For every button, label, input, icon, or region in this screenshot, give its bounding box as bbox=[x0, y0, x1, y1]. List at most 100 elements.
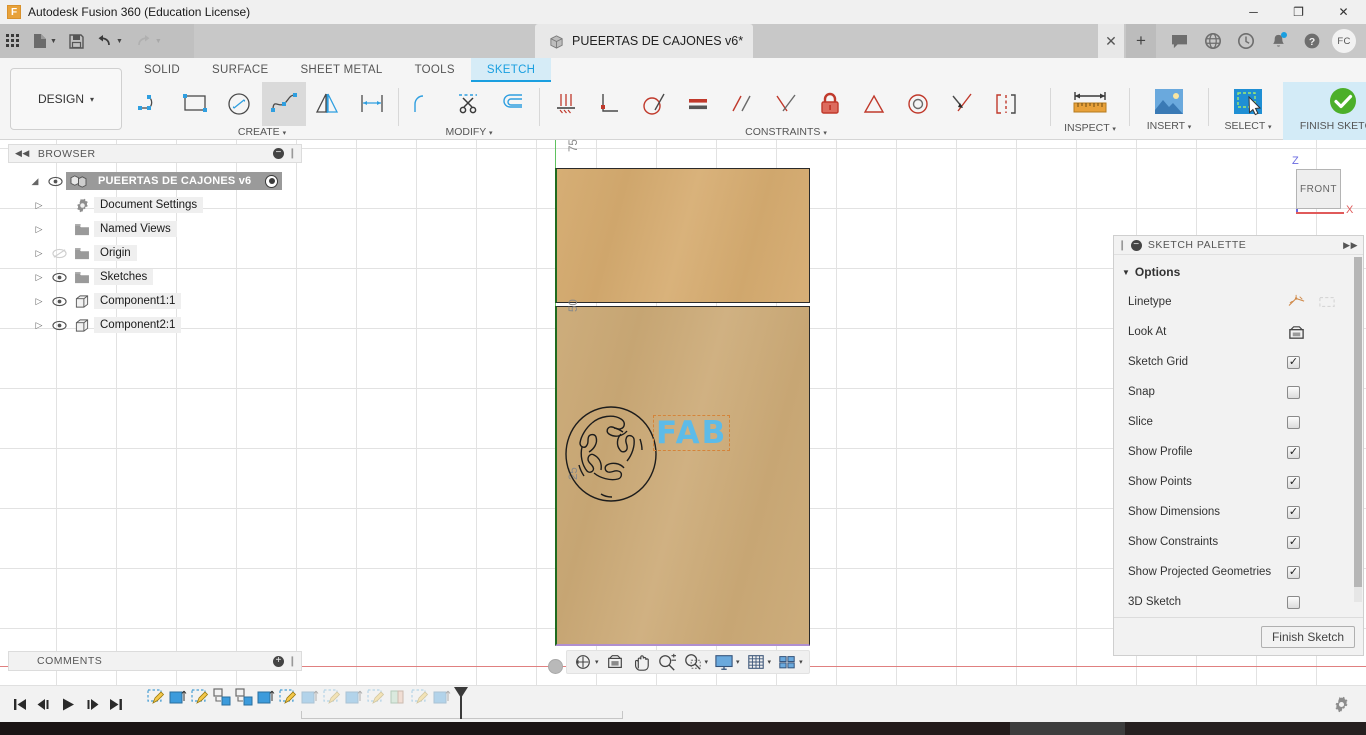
expand-twisty-icon[interactable]: ▷ bbox=[30, 296, 48, 307]
avatar[interactable]: FC bbox=[1332, 29, 1356, 53]
3d-sketch-checkbox[interactable] bbox=[1287, 595, 1300, 609]
tangent-constraint-button[interactable] bbox=[632, 82, 676, 126]
eye-icon[interactable] bbox=[48, 320, 70, 331]
comments-grip-icon[interactable]: ❙ bbox=[288, 656, 297, 667]
mirror-tool-button[interactable] bbox=[306, 82, 350, 126]
minimize-button[interactable]: ─ bbox=[1231, 0, 1276, 24]
grid-snaps-button[interactable]: ▾ bbox=[743, 651, 775, 673]
add-comment-icon[interactable]: + bbox=[273, 655, 285, 667]
timeline-feature[interactable] bbox=[432, 687, 454, 711]
show-constraints-checkbox[interactable]: ✓ bbox=[1287, 535, 1300, 549]
expand-twisty-icon[interactable]: ◢ bbox=[26, 176, 44, 187]
fab-text-sketch[interactable]: FAB bbox=[653, 415, 731, 451]
display-settings-button[interactable]: ▾ bbox=[711, 651, 743, 673]
zoom-button[interactable] bbox=[654, 651, 680, 673]
circle-tool-button[interactable] bbox=[218, 82, 262, 126]
document-tab[interactable]: PUEERTAS DE CAJONES v6* bbox=[535, 24, 754, 58]
pan-button[interactable] bbox=[628, 651, 654, 673]
go-to-start-button[interactable] bbox=[8, 689, 32, 719]
offset-tool-button[interactable] bbox=[491, 82, 535, 126]
step-forward-button[interactable] bbox=[80, 689, 104, 719]
eye-icon[interactable] bbox=[48, 272, 70, 283]
timeline-feature[interactable] bbox=[410, 687, 432, 711]
tree-row-component2[interactable]: ▷ Component2:1 bbox=[30, 313, 302, 337]
select-button[interactable]: SELECT ▾ bbox=[1213, 82, 1283, 140]
symmetry-constraint-button[interactable] bbox=[984, 82, 1028, 126]
comments-panel-header[interactable]: COMMENTS + ❙ bbox=[8, 651, 302, 671]
tree-row-component1[interactable]: ▷ Component1:1 bbox=[30, 289, 302, 313]
options-section-header[interactable]: ▼ Options bbox=[1114, 261, 1363, 287]
origin-point[interactable] bbox=[548, 659, 563, 674]
snap-checkbox[interactable] bbox=[1287, 385, 1300, 399]
tab-sketch[interactable]: SKETCH bbox=[470, 58, 552, 82]
workspace-switcher-button[interactable]: DESIGN ▾ bbox=[10, 68, 122, 130]
browser-header[interactable]: ◀◀ BROWSER − ❙ bbox=[8, 144, 302, 163]
comments-icon[interactable] bbox=[1163, 24, 1196, 58]
eye-icon[interactable] bbox=[44, 176, 66, 187]
timeline-marker[interactable] bbox=[454, 687, 468, 698]
activate-component-radio[interactable] bbox=[265, 174, 279, 188]
coincident-constraint-button[interactable] bbox=[764, 82, 808, 126]
inspect-button[interactable]: INSPECT ▾ bbox=[1055, 82, 1125, 140]
timeline-feature[interactable] bbox=[366, 687, 388, 711]
show-profile-checkbox[interactable]: ✓ bbox=[1287, 445, 1300, 459]
step-back-button[interactable] bbox=[32, 689, 56, 719]
clock-icon[interactable] bbox=[1229, 24, 1262, 58]
tab-tools[interactable]: TOOLS bbox=[399, 58, 471, 82]
maximize-button[interactable]: ❐ bbox=[1276, 0, 1321, 24]
tab-solid[interactable]: SOLID bbox=[128, 58, 196, 82]
tree-row-origin[interactable]: ▷ Origin bbox=[30, 241, 302, 265]
new-file-button[interactable]: ▼ bbox=[27, 24, 63, 58]
browser-grip-icon[interactable]: ❙ bbox=[288, 148, 297, 159]
fillet-tool-button[interactable] bbox=[403, 82, 447, 126]
tree-row-root[interactable]: ◢ PUEERTAS DE CAJONES v6 bbox=[26, 169, 302, 193]
minimize-palette-icon[interactable]: − bbox=[1130, 239, 1142, 251]
timeline-settings-button[interactable] bbox=[1333, 696, 1350, 713]
viewports-button[interactable]: ▾ bbox=[774, 651, 806, 673]
line-tool-button[interactable] bbox=[130, 82, 174, 126]
sketch-grid-checkbox[interactable]: ✓ bbox=[1287, 355, 1300, 369]
eye-icon[interactable] bbox=[48, 296, 70, 307]
expand-palette-icon[interactable]: ▶▶ bbox=[1343, 240, 1358, 251]
timeline-feature[interactable] bbox=[322, 687, 344, 711]
close-document-tab-button[interactable]: ✕ bbox=[1098, 24, 1124, 58]
timeline-feature[interactable] bbox=[212, 687, 234, 711]
equal-constraint-button[interactable] bbox=[676, 82, 720, 126]
go-to-end-button[interactable] bbox=[104, 689, 128, 719]
undo-button[interactable]: ▼ bbox=[90, 24, 129, 58]
look-at-icon[interactable] bbox=[1287, 324, 1306, 341]
timeline-feature[interactable] bbox=[256, 687, 278, 711]
palette-grip-icon[interactable]: ❙ bbox=[1118, 240, 1127, 251]
orbit-button[interactable]: ▾ bbox=[570, 651, 602, 673]
trim-tool-button[interactable] bbox=[447, 82, 491, 126]
perpendicular-constraint-button[interactable] bbox=[588, 82, 632, 126]
show-data-panel-button[interactable] bbox=[0, 24, 27, 58]
timeline-feature[interactable] bbox=[168, 687, 190, 711]
collapse-browser-icon[interactable]: ◀◀ bbox=[15, 148, 30, 159]
timeline-feature[interactable] bbox=[278, 687, 300, 711]
show-dimensions-checkbox[interactable]: ✓ bbox=[1287, 505, 1300, 519]
save-button[interactable] bbox=[63, 24, 90, 58]
construction-linetype-icon[interactable] bbox=[1287, 294, 1307, 310]
help-icon[interactable]: ? bbox=[1295, 24, 1328, 58]
timeline-feature[interactable] bbox=[388, 687, 410, 711]
tab-surface[interactable]: SURFACE bbox=[196, 58, 284, 82]
finish-sketch-button[interactable]: Finish Sketch bbox=[1260, 625, 1355, 648]
timeline-feature[interactable] bbox=[300, 687, 322, 711]
timeline-feature[interactable] bbox=[234, 687, 256, 711]
redo-button[interactable]: ▼ bbox=[129, 24, 168, 58]
fab-lab-logo-sketch[interactable] bbox=[565, 403, 657, 503]
dimension-tool-button[interactable] bbox=[350, 82, 394, 126]
timeline-feature[interactable] bbox=[146, 687, 168, 711]
tree-row-document-settings[interactable]: ▷ Document Settings bbox=[30, 193, 302, 217]
bell-icon[interactable] bbox=[1262, 24, 1295, 58]
fix-unfix-constraint-button[interactable] bbox=[808, 82, 852, 126]
centerline-linetype-icon[interactable] bbox=[1317, 294, 1337, 310]
timeline-feature[interactable] bbox=[190, 687, 212, 711]
expand-twisty-icon[interactable]: ▷ bbox=[30, 224, 48, 235]
horizontal-vertical-constraint-button[interactable] bbox=[544, 82, 588, 126]
palette-scrollbar[interactable] bbox=[1354, 257, 1362, 602]
tree-row-sketches[interactable]: ▷ Sketches bbox=[30, 265, 302, 289]
look-at-button[interactable] bbox=[602, 651, 628, 673]
play-button[interactable] bbox=[56, 689, 80, 719]
